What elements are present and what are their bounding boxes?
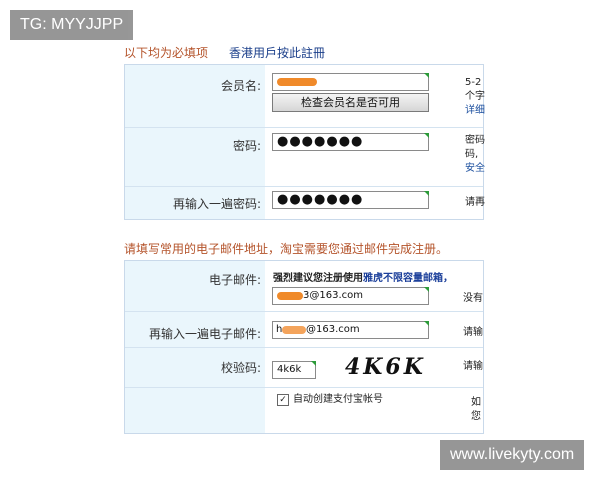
- row-divider: [125, 347, 483, 348]
- required-corner-icon: [424, 321, 429, 326]
- email-input[interactable]: 3@163.com: [272, 287, 429, 305]
- captcha-label: 校验码:: [220, 361, 261, 375]
- captcha-input[interactable]: 4k6k: [272, 361, 316, 379]
- username-input[interactable]: [272, 73, 429, 91]
- watermark-bottom: www.livekyty.com: [440, 440, 585, 470]
- confirm-password-value: ●●●●●●●: [277, 192, 364, 207]
- confirm-password-input[interactable]: ●●●●●●●: [272, 191, 429, 209]
- email-tip: 强烈建议您注册使用雅虎不限容量邮箱，: [273, 269, 453, 284]
- username-label: 会员名:: [220, 79, 261, 93]
- email-tip-text: 强烈建议您注册使用: [273, 273, 363, 284]
- required-corner-icon: [424, 133, 429, 138]
- confirm-email-value: @163.com: [306, 324, 360, 335]
- redaction-mark: [277, 78, 317, 86]
- email-label: 电子邮件:: [208, 273, 261, 287]
- email-panel: 电子邮件: 强烈建议您注册使用雅虎不限容量邮箱， 3@163.com 没有 再输…: [124, 260, 484, 434]
- username-detail-link[interactable]: 详细: [465, 105, 485, 117]
- required-fields-note: 以下均为必填项: [124, 46, 209, 60]
- required-corner-icon: [424, 191, 429, 196]
- password-input[interactable]: ●●●●●●●: [272, 133, 429, 151]
- row-divider: [125, 387, 483, 388]
- email-hint: 没有: [463, 293, 483, 304]
- username-hint: 5-2: [465, 77, 482, 88]
- password-hint: 码,: [465, 149, 479, 160]
- password-safety-link[interactable]: 安全: [465, 163, 485, 175]
- redaction-mark: [282, 326, 306, 334]
- redaction-mark: [277, 292, 303, 300]
- email-section-title: 请填写常用的电子邮件地址，淘宝需要您通过邮件完成注册。: [124, 242, 449, 256]
- confirm-email-hint: 请输: [463, 327, 483, 338]
- watermark-top: TG: MYYJJPP: [10, 10, 134, 40]
- captcha-image[interactable]: 4K6K: [345, 354, 426, 380]
- confirm-password-hint: 请再: [465, 197, 485, 208]
- row-divider: [125, 186, 483, 187]
- password-hint: 密码: [465, 135, 485, 146]
- captcha-value: 4k6k: [277, 364, 302, 375]
- alipay-checkbox[interactable]: ✓: [277, 394, 289, 406]
- required-corner-icon: [424, 287, 429, 292]
- check-username-button[interactable]: 检查会员名是否可用: [272, 93, 429, 112]
- row-divider: [125, 311, 483, 312]
- yahoo-mail-link[interactable]: 雅虎不限容量邮箱，: [363, 273, 453, 284]
- captcha-hint: 请输: [463, 361, 483, 372]
- account-panel: 会员名: 检查会员名是否可用 5-2 个字 详细 密码: ●●●●●●● 密码 …: [124, 64, 485, 220]
- alipay-hint: 如: [471, 397, 481, 408]
- password-label: 密码:: [232, 139, 261, 153]
- alipay-label: 自动创建支付宝帐号: [293, 394, 383, 405]
- confirm-email-input[interactable]: h @163.com: [272, 321, 429, 339]
- confirm-password-label: 再输入一遍密码:: [172, 197, 261, 211]
- password-value: ●●●●●●●: [277, 134, 364, 149]
- required-corner-icon: [424, 73, 429, 78]
- username-hint: 个字: [465, 91, 485, 102]
- required-corner-icon: [311, 361, 316, 366]
- email-value: 3@163.com: [303, 290, 363, 301]
- confirm-email-label: 再输入一遍电子邮件:: [148, 327, 261, 341]
- row-divider: [125, 127, 483, 128]
- alipay-hint: 您: [471, 411, 481, 422]
- hk-register-link[interactable]: 香港用戶按此註冊: [229, 44, 325, 61]
